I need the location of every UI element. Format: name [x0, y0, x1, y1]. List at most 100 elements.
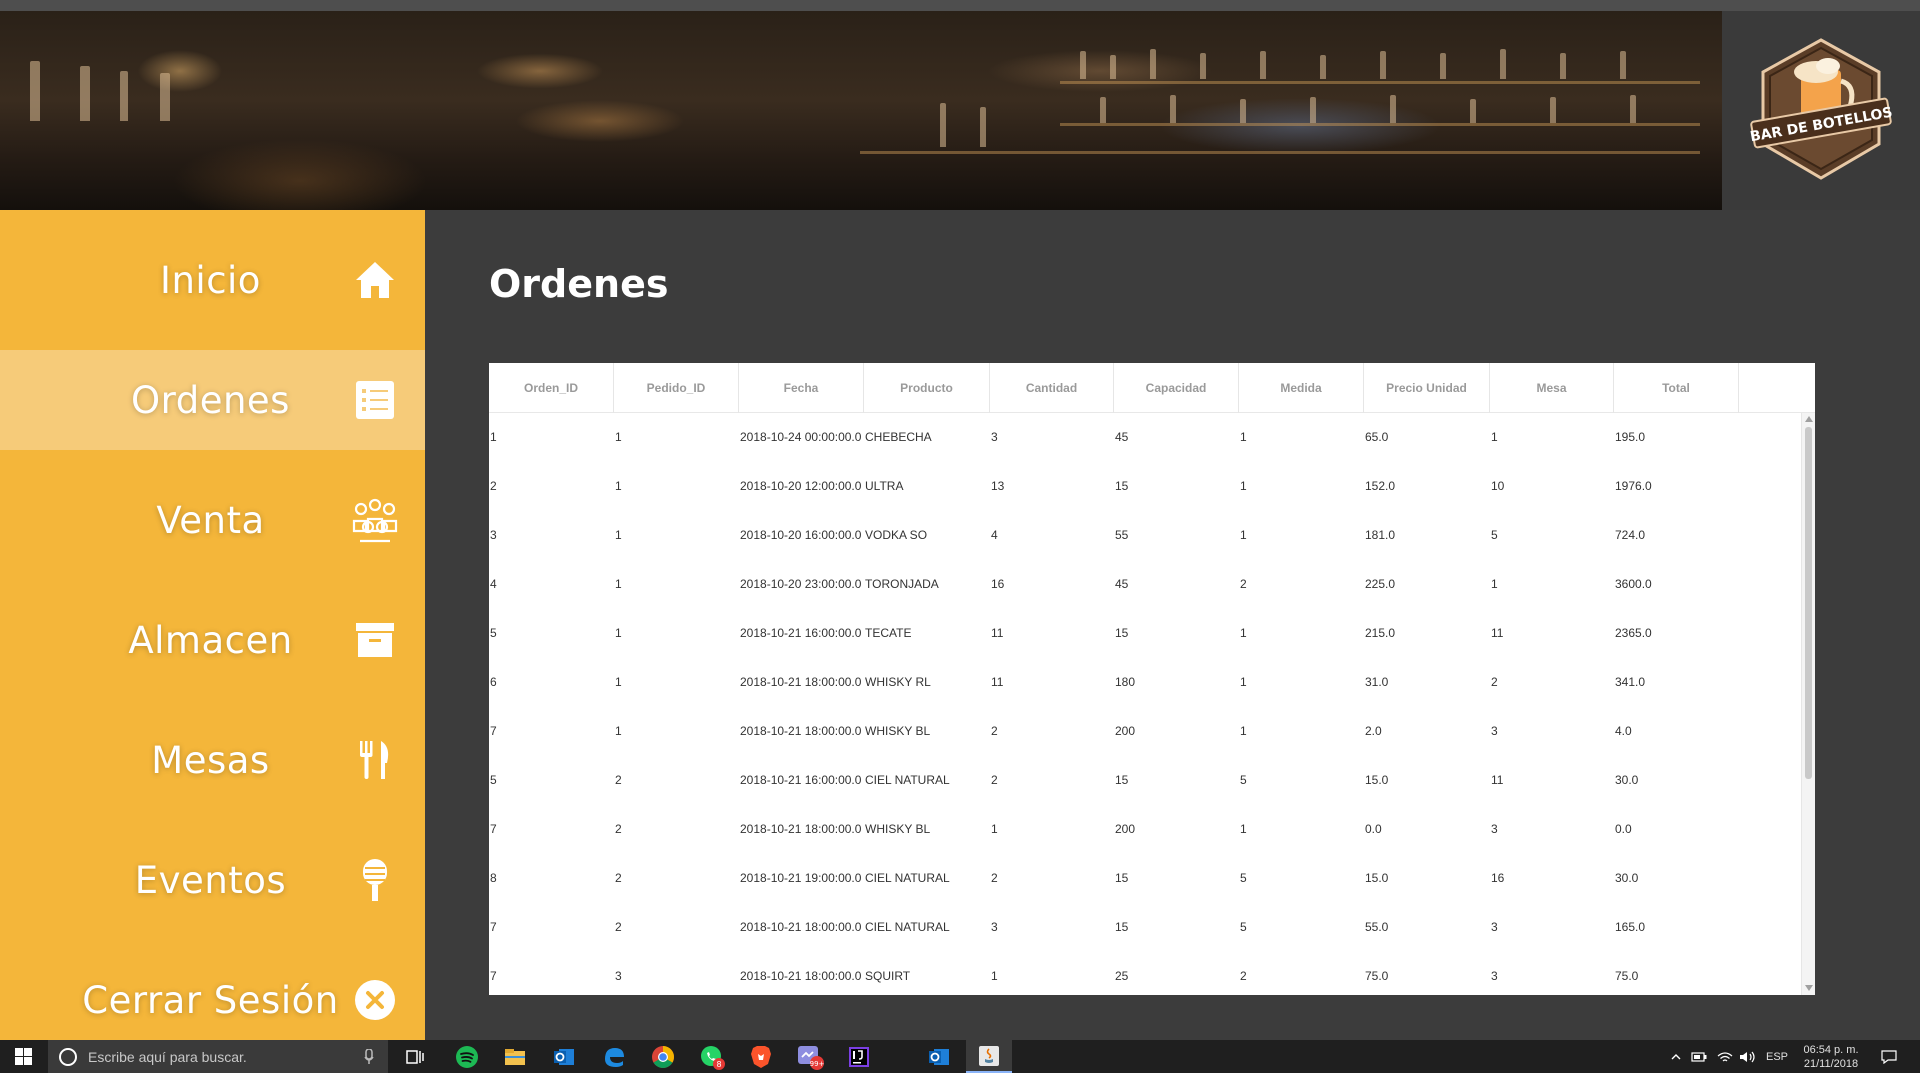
sidebar-item-venta[interactable]: Venta — [0, 470, 425, 570]
scroll-down-arrow-icon[interactable] — [1805, 985, 1813, 991]
cell-orden-id: 1 — [490, 430, 497, 444]
table-row[interactable]: 4 1 2018-10-20 23:00:00.0 TORONJADA 16 45 2 225… — [489, 560, 1791, 609]
cell-producto: CIEL NATURAL — [865, 871, 950, 885]
cell-total: 0.0 — [1615, 822, 1632, 836]
language-indicator[interactable]: ESP — [1762, 1040, 1792, 1073]
taskbar-search-box[interactable]: Escribe aquí para buscar. — [48, 1040, 388, 1073]
cell-mesa: 1 — [1491, 430, 1498, 444]
column-header-medida[interactable]: Medida — [1239, 363, 1364, 413]
column-header-mesa[interactable]: Mesa — [1490, 363, 1614, 413]
cell-pedido-id: 1 — [615, 577, 622, 591]
table-row[interactable]: 3 1 2018-10-20 16:00:00.0 VODKA SO 4 55 1 181.0… — [489, 511, 1791, 560]
whatsapp-badge: 8 — [716, 1060, 721, 1069]
cell-precio-unidad: 15.0 — [1365, 871, 1389, 885]
sidebar-item-cerrar-sesion[interactable]: Cerrar Sesión — [0, 950, 425, 1050]
cell-cantidad: 3 — [991, 430, 998, 444]
column-header-fecha[interactable]: Fecha — [739, 363, 864, 413]
edge-icon[interactable] — [591, 1040, 637, 1073]
table-row[interactable]: 7 2 2018-10-21 18:00:00.0 CIEL NATURAL 3 15 5 5… — [489, 903, 1791, 952]
orders-table: Orden_ID Pedido_ID Fecha Producto Cantid… — [489, 363, 1815, 995]
cell-medida: 5 — [1240, 871, 1247, 885]
brave-icon[interactable] — [738, 1040, 784, 1073]
column-header-capacidad[interactable]: Capacidad — [1114, 363, 1239, 413]
cell-pedido-id: 1 — [615, 724, 622, 738]
cell-fecha: 2018-10-21 16:00:00.0 — [740, 626, 862, 640]
cell-cantidad: 13 — [991, 479, 1005, 493]
cell-capacidad: 15 — [1115, 626, 1129, 640]
battery-icon[interactable] — [1690, 1040, 1708, 1073]
cell-producto: SQUIRT — [865, 969, 911, 983]
table-row[interactable]: 5 2 2018-10-21 16:00:00.0 CIEL NATURAL 2 15 5 1… — [489, 756, 1791, 805]
table-scrollbar[interactable] — [1801, 413, 1815, 995]
messenger-icon[interactable]: 99+ — [788, 1040, 834, 1073]
table-row[interactable]: 5 1 2018-10-21 16:00:00.0 TECATE 11 15 1 215.0 1… — [489, 609, 1791, 658]
column-header-producto[interactable]: Producto — [864, 363, 990, 413]
outlook-icon[interactable] — [541, 1040, 587, 1073]
microphone-icon[interactable] — [364, 1048, 374, 1065]
cell-mesa: 10 — [1491, 479, 1505, 493]
task-view-icon[interactable] — [392, 1040, 438, 1073]
clock-time: 06:54 p. m. — [1803, 1043, 1859, 1056]
cell-pedido-id: 1 — [615, 528, 622, 542]
cell-medida: 2 — [1240, 969, 1247, 983]
cell-fecha: 2018-10-21 18:00:00.0 — [740, 675, 862, 689]
table-row[interactable]: 7 3 2018-10-21 18:00:00.0 SQUIRT 1 25 2 75.0 3 75… — [489, 952, 1791, 995]
cell-capacidad: 45 — [1115, 430, 1129, 444]
cell-mesa: 11 — [1491, 773, 1504, 787]
scrollbar-thumb[interactable] — [1805, 427, 1812, 779]
cell-fecha: 2018-10-21 18:00:00.0 — [740, 969, 862, 983]
people-icon — [350, 495, 400, 545]
sidebar-item-almacen[interactable]: Almacen — [0, 590, 425, 690]
wifi-icon[interactable] — [1716, 1040, 1734, 1073]
table-row[interactable]: 7 1 2018-10-21 18:00:00.0 WHISKY BL 2 200 1 2.0… — [489, 707, 1791, 756]
cell-mesa: 3 — [1491, 969, 1498, 983]
cell-total: 75.0 — [1615, 969, 1639, 983]
sidebar-item-eventos[interactable]: Eventos — [0, 830, 425, 930]
cell-precio-unidad: 2.0 — [1365, 724, 1382, 738]
taskbar-search-placeholder: Escribe aquí para buscar. — [88, 1048, 247, 1065]
table-row[interactable]: 8 2 2018-10-21 19:00:00.0 CIEL NATURAL 2 15 5 1… — [489, 854, 1791, 903]
cell-orden-id: 7 — [490, 920, 497, 934]
cell-capacidad: 55 — [1115, 528, 1129, 542]
column-header-orden-id[interactable]: Orden_ID — [489, 363, 614, 413]
cell-producto: WHISKY RL — [865, 675, 931, 689]
column-header-precio-unidad[interactable]: Precio Unidad — [1364, 363, 1490, 413]
logo-area: BAR DE BOTELLOS — [1722, 11, 1920, 210]
outlook-icon[interactable] — [916, 1040, 962, 1073]
table-row[interactable]: 1 1 2018-10-24 00:00:00.0 CHEBECHA 3 45 1 65.0 1… — [489, 413, 1791, 462]
cell-producto: CHEBECHA — [865, 430, 932, 444]
windows-start-icon[interactable] — [0, 1040, 46, 1073]
table-row[interactable]: 6 1 2018-10-21 18:00:00.0 WHISKY RL 11 180 1 31… — [489, 658, 1791, 707]
cell-precio-unidad: 15.0 — [1365, 773, 1389, 787]
intellij-icon[interactable] — [836, 1040, 882, 1073]
cell-producto: WHISKY BL — [865, 724, 931, 738]
cell-precio-unidad: 0.0 — [1365, 822, 1382, 836]
sidebar-item-ordenes[interactable]: Ordenes — [0, 350, 425, 450]
whatsapp-icon[interactable]: 8 — [689, 1040, 735, 1073]
cell-orden-id: 5 — [490, 773, 497, 787]
volume-icon[interactable] — [1738, 1040, 1756, 1073]
table-row[interactable]: 2 1 2018-10-20 12:00:00.0 ULTRA 13 15 1 152.0 10… — [489, 462, 1791, 511]
sidebar-item-inicio[interactable]: Inicio — [0, 230, 425, 330]
cell-producto: CIEL NATURAL — [865, 773, 950, 787]
chevron-up-icon[interactable] — [1668, 1040, 1684, 1073]
file-explorer-icon[interactable] — [492, 1040, 538, 1073]
sidebar-item-mesas[interactable]: Mesas — [0, 710, 425, 810]
table-row[interactable]: 7 2 2018-10-21 18:00:00.0 WHISKY BL 1 200 1 0.0… — [489, 805, 1791, 854]
cell-pedido-id: 2 — [615, 871, 622, 885]
java-icon[interactable] — [966, 1040, 1012, 1073]
cell-precio-unidad: 55.0 — [1365, 920, 1389, 934]
chrome-icon[interactable] — [640, 1040, 686, 1073]
column-header-pedido-id[interactable]: Pedido_ID — [614, 363, 739, 413]
cell-mesa: 11 — [1491, 626, 1504, 640]
cell-total: 4.0 — [1615, 724, 1632, 738]
scroll-up-arrow-icon[interactable] — [1805, 416, 1813, 422]
clock[interactable]: 06:54 p. m. 21/11/2018 — [1796, 1040, 1866, 1073]
cell-producto: VODKA SO — [865, 528, 928, 542]
column-header-total[interactable]: Total — [1614, 363, 1739, 413]
cell-total: 724.0 — [1615, 528, 1646, 542]
notifications-icon[interactable] — [1874, 1040, 1904, 1073]
cell-producto: CIEL NATURAL — [865, 920, 950, 934]
spotify-icon[interactable] — [444, 1040, 490, 1073]
column-header-cantidad[interactable]: Cantidad — [990, 363, 1114, 413]
